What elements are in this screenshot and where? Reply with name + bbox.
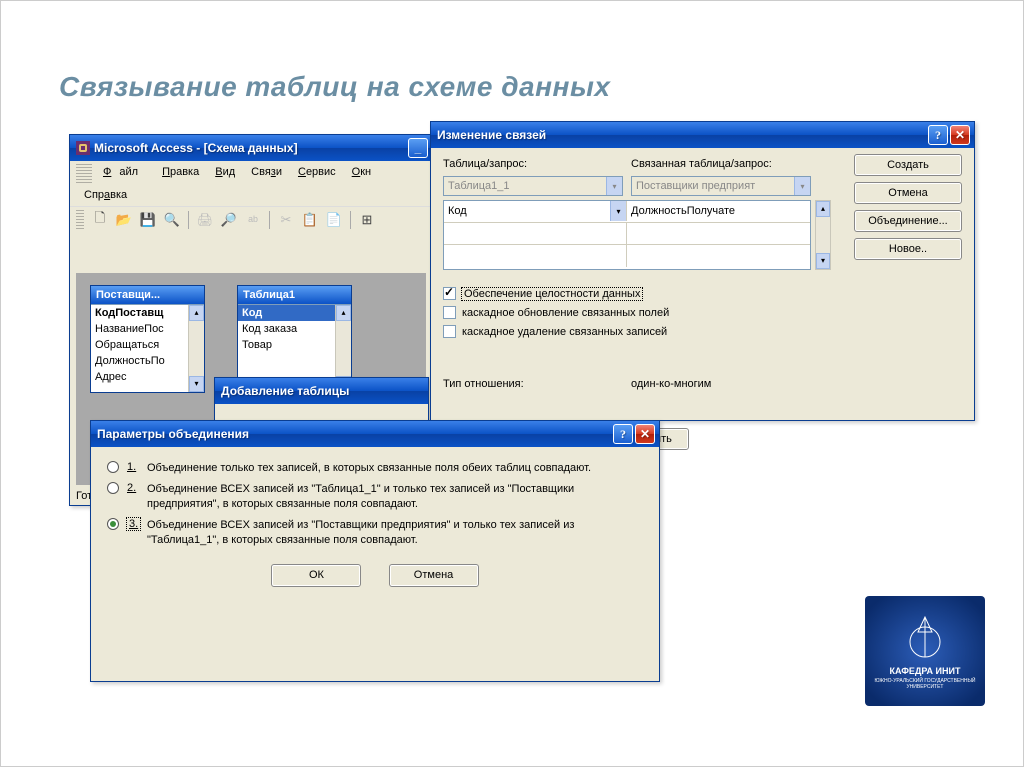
edit-relationships-dialog: Изменение связей ? ✕ Таблица/запрос: Свя… — [430, 121, 975, 421]
left-field-combo[interactable]: Код▾ — [444, 201, 627, 221]
ok-button[interactable]: ОК — [271, 564, 361, 587]
cancel-button[interactable]: Отмена — [854, 182, 962, 204]
join-params-title: Параметры объединения — [97, 427, 611, 441]
print-icon[interactable]: 🖨 — [194, 210, 216, 230]
join-button[interactable]: Объединение... — [854, 210, 962, 232]
checkbox-icon — [443, 325, 456, 338]
checkbox-integrity[interactable]: Обеспечение целостности данных — [443, 287, 823, 300]
spellcheck-icon[interactable]: ᵃᵇ — [242, 210, 264, 230]
checkbox-label: каскадное обновление связанных полей — [462, 307, 669, 319]
field-scrollbar[interactable]: ▴ ▾ — [188, 305, 204, 392]
left-table-label: Таблица/запрос: — [443, 158, 527, 170]
relation-type-value: один-ко-многим — [631, 378, 711, 390]
minimize-button[interactable]: _ — [408, 138, 428, 158]
grid-scrollbar[interactable]: ▴ ▾ — [815, 200, 831, 270]
left-table-combo[interactable]: Таблица1_1▾ — [443, 176, 623, 196]
university-logo: КАФЕДРА ИНИТ ЮЖНО-УРАЛЬСКИЙ ГОСУДАРСТВЕН… — [865, 596, 985, 706]
save-icon[interactable]: 💾 — [137, 210, 159, 230]
scroll-up-icon[interactable]: ▴ — [189, 305, 204, 321]
copy-icon[interactable]: 📋 — [299, 210, 321, 230]
option-text: Объединение только тех записей, в которы… — [147, 461, 643, 476]
slide-title: Связывание таблиц на схеме данных — [59, 71, 610, 103]
paste-icon[interactable]: 📄 — [323, 210, 345, 230]
scroll-up-icon[interactable]: ▴ — [336, 305, 351, 321]
join-option-1[interactable]: 1. Объединение только тех записей, в кот… — [107, 461, 643, 476]
menu-tools[interactable]: Сервис — [290, 164, 344, 184]
radio-icon — [107, 461, 119, 473]
checkbox-cascade-delete[interactable]: каскадное удаление связанных записей — [443, 325, 823, 338]
scroll-down-icon[interactable]: ▾ — [189, 376, 204, 392]
option-number: 3. — [127, 518, 147, 530]
chevron-down-icon: ▾ — [610, 201, 626, 221]
menu-windows[interactable]: Окн — [344, 164, 379, 184]
close-button[interactable]: ✕ — [950, 125, 970, 145]
menu-help[interactable]: Справка — [76, 187, 135, 203]
checkbox-label: Обеспечение целостности данных — [462, 288, 642, 300]
add-table-titlebar: Добавление таблицы — [215, 378, 428, 404]
search-icon[interactable]: 🔍 — [161, 210, 183, 230]
right-field-cell[interactable]: ДолжностьПолучате — [627, 201, 810, 221]
edit-rel-titlebar: Изменение связей ? ✕ — [431, 122, 974, 148]
scroll-up-icon[interactable]: ▴ — [816, 201, 830, 217]
scroll-down-icon[interactable]: ▾ — [816, 253, 830, 269]
create-button[interactable]: Создать — [854, 154, 962, 176]
checkbox-cascade-update[interactable]: каскадное обновление связанных полей — [443, 306, 823, 319]
relation-type-label: Тип отношения: — [443, 378, 524, 390]
checkbox-label: каскадное удаление связанных записей — [462, 326, 667, 338]
new-icon[interactable]: 🗋 — [89, 210, 111, 230]
menubar: Файл Правка Вид Связи Сервис Окн — [70, 161, 432, 187]
toolbar: 🗋 📂 💾 🔍 🖨 🔎 ᵃᵇ ✂ 📋 📄 ⊞ — [70, 206, 432, 233]
option-number: 2. — [127, 482, 147, 494]
schema-table-title: Поставщи... — [91, 286, 204, 304]
schema-table-title: Таблица1 — [238, 286, 351, 304]
edit-rel-title: Изменение связей — [437, 128, 926, 142]
preview-icon[interactable]: 🔎 — [218, 210, 240, 230]
toolbar-grip-icon — [76, 210, 84, 230]
logo-line1: КАФЕДРА ИНИТ — [889, 666, 960, 676]
new-button[interactable]: Новое.. — [854, 238, 962, 260]
schema-table-box-suppliers[interactable]: Поставщи... КодПоставщ НазваниеПос Обращ… — [90, 285, 205, 393]
add-table-title: Добавление таблицы — [221, 384, 424, 398]
right-table-combo[interactable]: Поставщики предприят▾ — [631, 176, 811, 196]
radio-icon — [107, 482, 119, 494]
cancel-button[interactable]: Отмена — [389, 564, 479, 587]
right-table-label: Связанная таблица/запрос: — [631, 158, 772, 170]
logo-icon — [900, 612, 950, 662]
menubar-grip-icon — [76, 164, 92, 184]
menu-view[interactable]: Вид — [207, 164, 243, 184]
option-number: 1. — [127, 461, 147, 473]
close-button[interactable]: ✕ — [635, 424, 655, 444]
show-table-icon[interactable]: ⊞ — [356, 210, 378, 230]
radio-icon — [107, 518, 119, 530]
menu-file[interactable]: Файл — [95, 164, 154, 184]
checkbox-icon — [443, 306, 456, 319]
help-button[interactable]: ? — [613, 424, 633, 444]
menu-relationships[interactable]: Связи — [243, 164, 290, 184]
join-option-2[interactable]: 2. Объединение ВСЕХ записей из "Таблица1… — [107, 482, 643, 512]
chevron-down-icon: ▾ — [794, 177, 810, 195]
access-title: Microsoft Access - [Схема данных] — [94, 141, 406, 155]
access-icon — [76, 141, 90, 155]
help-button[interactable]: ? — [928, 125, 948, 145]
cut-icon[interactable]: ✂ — [275, 210, 297, 230]
option-text: Объединение ВСЕХ записей из "Таблица1_1"… — [147, 482, 643, 512]
join-option-3[interactable]: 3. Объединение ВСЕХ записей из "Поставщи… — [107, 518, 643, 548]
access-titlebar: Microsoft Access - [Схема данных] _ — [70, 135, 432, 161]
option-text: Объединение ВСЕХ записей из "Поставщики … — [147, 518, 643, 548]
checkbox-icon — [443, 287, 456, 300]
join-params-dialog: Параметры объединения ? ✕ 1. Объединение… — [90, 420, 660, 682]
logo-line2: ЮЖНО-УРАЛЬСКИЙ ГОСУДАРСТВЕННЫЙ УНИВЕРСИТ… — [865, 678, 985, 690]
menu-edit[interactable]: Правка — [154, 164, 207, 184]
open-icon[interactable]: 📂 — [113, 210, 135, 230]
join-params-titlebar: Параметры объединения ? ✕ — [91, 421, 659, 447]
chevron-down-icon: ▾ — [606, 177, 622, 195]
